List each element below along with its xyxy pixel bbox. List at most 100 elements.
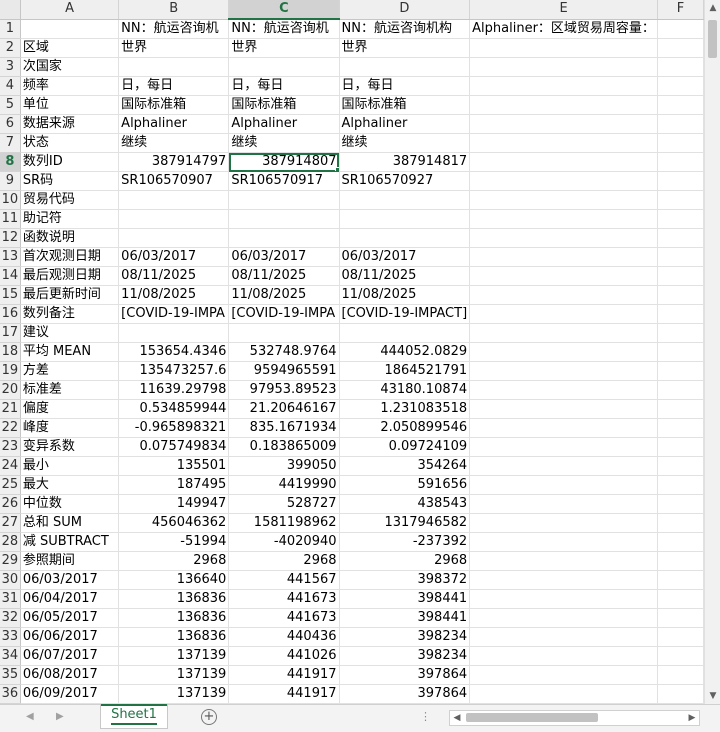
cell-f7[interactable]: [657, 133, 704, 153]
row-header[interactable]: 11: [0, 209, 21, 229]
cell-b5[interactable]: 国际标准箱: [118, 95, 230, 115]
cell-b23[interactable]: 0.075749834: [118, 437, 230, 457]
cell-c33[interactable]: 440436: [228, 627, 340, 647]
cell-c27[interactable]: 1581198962: [228, 513, 340, 533]
cell-b11[interactable]: [118, 209, 230, 229]
cell-b15[interactable]: 11/08/2025: [118, 285, 230, 305]
column-header-a[interactable]: A: [20, 0, 120, 20]
row-header[interactable]: 26: [0, 494, 21, 514]
cell-e2[interactable]: [469, 38, 658, 58]
cell-b18[interactable]: 153654.4346: [118, 342, 230, 362]
cell-b17[interactable]: [118, 323, 230, 343]
cell-a12[interactable]: 函数说明: [20, 228, 120, 248]
cell-e25[interactable]: [469, 475, 658, 495]
cell-d29[interactable]: 2968: [339, 551, 471, 571]
cell-d21[interactable]: 1.231083518: [339, 399, 471, 419]
cell-b35[interactable]: 137139: [118, 665, 230, 685]
row-header[interactable]: 22: [0, 418, 21, 438]
row-header[interactable]: 1: [0, 19, 21, 39]
cell-d31[interactable]: 398441: [339, 589, 471, 609]
cell-c17[interactable]: [228, 323, 340, 343]
cell-f14[interactable]: [657, 266, 704, 286]
cell-e18[interactable]: [469, 342, 658, 362]
row-header[interactable]: 21: [0, 399, 21, 419]
cell-a1[interactable]: [20, 19, 120, 39]
cell-d3[interactable]: [339, 57, 471, 77]
row-header[interactable]: 10: [0, 190, 21, 210]
cell-c31[interactable]: 441673: [228, 589, 340, 609]
cell-e13[interactable]: [469, 247, 658, 267]
cell-a25[interactable]: 最大: [20, 475, 120, 495]
cell-c13[interactable]: 06/03/2017: [228, 247, 340, 267]
cell-b26[interactable]: 149947: [118, 494, 230, 514]
cell-c24[interactable]: 399050: [228, 456, 340, 476]
cell-e11[interactable]: [469, 209, 658, 229]
cell-a4[interactable]: 频率: [20, 76, 120, 96]
cell-d26[interactable]: 438543: [339, 494, 471, 514]
cell-f8[interactable]: [657, 152, 704, 172]
cell-f25[interactable]: [657, 475, 704, 495]
cell-a2[interactable]: 区域: [20, 38, 120, 58]
cell-f22[interactable]: [657, 418, 704, 438]
cell-c4[interactable]: 日，每日: [228, 76, 340, 96]
cell-d23[interactable]: 0.09724109: [339, 437, 471, 457]
cell-d4[interactable]: 日，每日: [339, 76, 471, 96]
cell-d24[interactable]: 354264: [339, 456, 471, 476]
row-header[interactable]: 3: [0, 57, 21, 77]
row-header[interactable]: 2: [0, 38, 21, 58]
row-header[interactable]: 16: [0, 304, 21, 324]
row-header[interactable]: 31: [0, 589, 21, 609]
cell-e20[interactable]: [469, 380, 658, 400]
cell-f29[interactable]: [657, 551, 704, 571]
cell-a29[interactable]: 参照期间: [20, 551, 120, 571]
more-options-icon[interactable]: ⋮: [420, 710, 431, 723]
cell-c28[interactable]: -4020940: [228, 532, 340, 552]
row-header[interactable]: 9: [0, 171, 21, 191]
cell-f23[interactable]: [657, 437, 704, 457]
vertical-scrollbar[interactable]: ▲ ▼: [704, 0, 720, 704]
cell-a22[interactable]: 峰度: [20, 418, 120, 438]
row-header[interactable]: 36: [0, 684, 21, 704]
spreadsheet-grid[interactable]: ABCDEF 1 NN：航运咨询机 NN：航运咨询机 NN：航运咨询机构 Alphali…: [0, 0, 704, 704]
cell-b32[interactable]: 136836: [118, 608, 230, 628]
scroll-up-arrow-icon[interactable]: ▲: [705, 0, 720, 16]
cell-a30[interactable]: 06/03/2017: [20, 570, 120, 590]
cell-f21[interactable]: [657, 399, 704, 419]
cell-e12[interactable]: [469, 228, 658, 248]
cell-a26[interactable]: 中位数: [20, 494, 120, 514]
cell-e34[interactable]: [469, 646, 658, 666]
cell-f20[interactable]: [657, 380, 704, 400]
cell-f31[interactable]: [657, 589, 704, 609]
cell-f12[interactable]: [657, 228, 704, 248]
row-header[interactable]: 19: [0, 361, 21, 381]
cell-b2[interactable]: 世界: [118, 38, 230, 58]
cell-a27[interactable]: 总和 SUM: [20, 513, 120, 533]
cell-f36[interactable]: [657, 684, 704, 704]
cell-f9[interactable]: [657, 171, 704, 191]
cell-d7[interactable]: 继续: [339, 133, 471, 153]
scroll-down-arrow-icon[interactable]: ▼: [705, 688, 720, 704]
cell-c12[interactable]: [228, 228, 340, 248]
cell-e4[interactable]: [469, 76, 658, 96]
cell-d6[interactable]: Alphaliner: [339, 114, 471, 134]
cell-f30[interactable]: [657, 570, 704, 590]
cell-a9[interactable]: SR码: [20, 171, 120, 191]
cell-c15[interactable]: 11/08/2025: [228, 285, 340, 305]
cell-b27[interactable]: 456046362: [118, 513, 230, 533]
cell-d18[interactable]: 444052.0829: [339, 342, 471, 362]
row-header[interactable]: 15: [0, 285, 21, 305]
cell-a17[interactable]: 建议: [20, 323, 120, 343]
cell-a31[interactable]: 06/04/2017: [20, 589, 120, 609]
row-header[interactable]: 4: [0, 76, 21, 96]
cell-a5[interactable]: 单位: [20, 95, 120, 115]
cell-d14[interactable]: 08/11/2025: [339, 266, 471, 286]
cell-b7[interactable]: 继续: [118, 133, 230, 153]
cell-d34[interactable]: 398234: [339, 646, 471, 666]
cell-d35[interactable]: 397864: [339, 665, 471, 685]
cell-b34[interactable]: 137139: [118, 646, 230, 666]
cell-f13[interactable]: [657, 247, 704, 267]
cell-a34[interactable]: 06/07/2017: [20, 646, 120, 666]
cell-d16[interactable]: [COVID-19-IMPACT]: [339, 304, 471, 324]
row-header[interactable]: 34: [0, 646, 21, 666]
cell-f15[interactable]: [657, 285, 704, 305]
